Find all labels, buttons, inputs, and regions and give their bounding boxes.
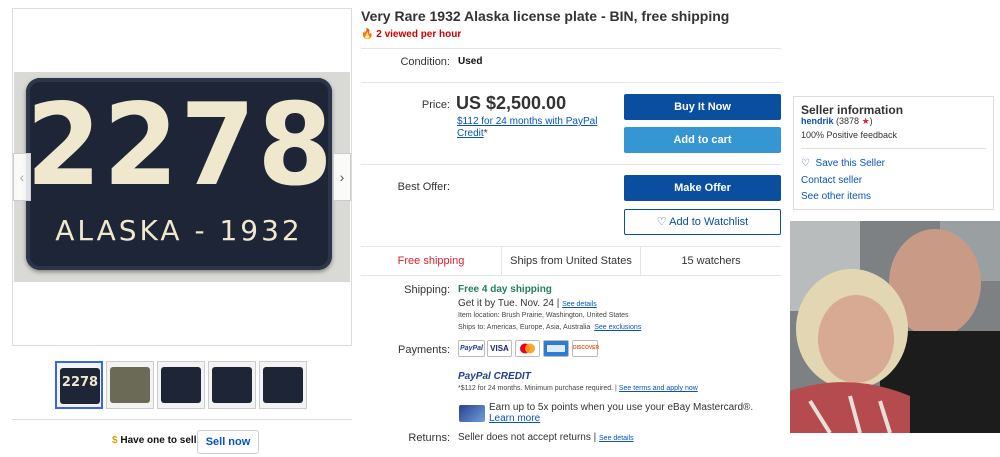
listing-title: Very Rare 1932 Alaska license plate - BI… [361,8,730,24]
divider [361,164,781,165]
paypal-credit-link[interactable]: $112 for 24 months with PayPal Credit [457,116,597,139]
paypal-credit-offer: $112 for 24 months with PayPal Credit* [457,116,598,139]
divider [801,148,986,149]
paypal-icon: PayPal [458,340,485,357]
next-image-button[interactable]: › [333,153,351,201]
prev-image-button[interactable]: ‹ [13,153,31,201]
thumbnail-1[interactable]: 2278 [55,361,103,409]
amex-icon [543,340,569,357]
mastercard-promo: Earn up to 5x points when you use your e… [489,402,754,424]
price-label: Price: [421,99,450,111]
price-value: US $2,500.00 [456,93,567,113]
license-plate: 2278 ALASKA - 1932 [26,78,335,270]
item-location: Item location: Brush Prairie, Washington… [458,312,629,319]
ships-from-cell: Ships from United States [501,247,641,275]
add-to-cart-button[interactable]: Add to cart [624,127,781,153]
flame-icon: 🔥 [361,29,374,40]
save-seller-link[interactable]: ♡ Save this Seller [801,158,885,169]
free-shipping-cell: Free shipping [397,255,465,267]
dollar-icon: $ [112,435,118,446]
returns-label: Returns: [408,432,450,444]
best-offer-label: Best Offer: [397,181,450,193]
thumbnail-image [110,367,150,403]
ships-to: Ships to: Americas, Europe, Asia, Austra… [458,324,642,331]
delivery-estimate: Get it by Tue. Nov. 24 | See details [458,298,597,309]
thumbnail-4[interactable] [208,361,256,409]
add-to-watchlist-button[interactable]: ♡ Add to Watchlist [624,209,781,235]
divider [361,82,781,83]
see-details-link[interactable]: See details [562,301,597,308]
info-strip: Free shipping Ships from United States 1… [361,246,781,276]
seller-name: hendrik (3878 ★) [801,116,873,126]
buy-it-now-button[interactable]: Buy It Now [624,94,781,120]
see-other-items-link[interactable]: See other items [801,191,871,202]
visa-icon: VISA [487,340,512,357]
thumbnail-image: 2278 [60,368,100,404]
thumbnail-2[interactable] [106,361,154,409]
thumbnail-image [161,367,201,403]
condition-value: Used [458,56,483,67]
thumbnail-image [263,367,303,403]
sell-now-button[interactable]: Sell now [197,430,259,454]
payments-label: Payments: [398,344,450,356]
discover-icon: DISCOVER [572,340,599,357]
shipping-label: Shipping: [404,284,450,296]
plate-text: ALASKA - 1932 [55,214,303,247]
chevron-left-icon: ‹ [19,169,25,185]
returns-value: Seller does not accept returns | See det… [458,432,634,443]
paypal-credit-terms: *$112 for 24 months. Minimum purchase re… [458,385,698,392]
seller-feedback: 100% Positive feedback [801,130,898,140]
ebay-mastercard-icon [459,405,485,422]
heart-icon: ♡ [801,158,810,169]
have-one-to-sell: $ Have one to sell? [112,435,203,446]
learn-more-link[interactable]: Learn more [489,413,540,424]
seller-link[interactable]: hendrik [801,116,834,126]
thumbnail-5[interactable] [259,361,307,409]
condition-label: Condition: [400,56,450,68]
divider [361,48,781,49]
main-image[interactable]: 2278 ALASKA - 1932 [14,72,350,282]
make-offer-button[interactable]: Make Offer [624,175,781,201]
chevron-right-icon: › [339,169,345,185]
heart-icon: ♡ [656,216,667,228]
thumbnail-image [212,367,252,403]
advertisement-photo [790,221,1000,433]
paypal-credit-logo: PayPal CREDIT [458,371,531,382]
see-exclusions-link[interactable]: See exclusions [594,324,641,331]
star-icon: ★ [861,116,870,126]
watchers-cell: 15 watchers [681,255,741,267]
plate-number: 2278 [26,79,335,212]
thumbnail-3[interactable] [157,361,205,409]
shipping-value: Free 4 day shipping [458,284,552,295]
contact-seller-link[interactable]: Contact seller [801,175,862,186]
mastercard-icon [515,340,540,357]
terms-link[interactable]: See terms and apply now [619,385,698,392]
see-details-link[interactable]: See details [599,435,634,442]
divider [12,419,352,420]
views-indicator: 🔥 2 viewed per hour [361,29,462,40]
seller-info-title: Seller information [801,103,904,117]
